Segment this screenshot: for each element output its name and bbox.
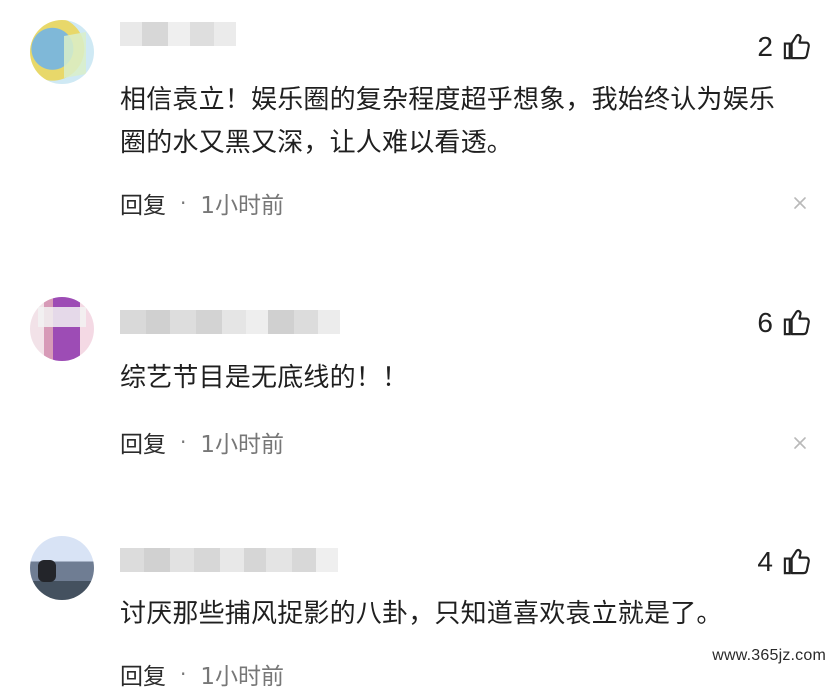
like-count: 4 bbox=[757, 545, 773, 577]
separator-dot: · bbox=[180, 662, 187, 686]
comment-text: 讨厌那些捕风捉影的八卦，只知道喜欢袁立就是了。 bbox=[120, 599, 723, 629]
like-button[interactable]: 6 bbox=[757, 307, 812, 338]
reply-button[interactable]: 回复 bbox=[120, 186, 166, 220]
close-icon[interactable] bbox=[792, 435, 808, 451]
reply-button[interactable]: 回复 bbox=[120, 657, 166, 691]
thumb-up-icon[interactable] bbox=[781, 31, 812, 62]
avatar[interactable] bbox=[30, 20, 94, 84]
timestamp: 1小时前 bbox=[200, 193, 284, 219]
like-count: 6 bbox=[757, 306, 773, 338]
comment-meta: 回复 · 1小时前 bbox=[120, 657, 284, 691]
comment-text: 综艺节目是无底线的！！ bbox=[120, 363, 409, 393]
comment-meta: 回复 · 1小时前 bbox=[120, 425, 284, 459]
blurred-username[interactable] bbox=[120, 310, 340, 334]
like-count: 2 bbox=[757, 30, 773, 62]
comment-text: 相信袁立！娱乐圈的复杂程度超乎想象，我始终认为娱乐 圈的水又黑又深，让人难以看透… bbox=[120, 85, 776, 158]
comment-meta: 回复 · 1小时前 bbox=[120, 186, 284, 220]
avatar[interactable] bbox=[30, 536, 94, 600]
thumb-up-icon[interactable] bbox=[781, 307, 812, 338]
reply-button[interactable]: 回复 bbox=[120, 425, 166, 459]
avatar[interactable] bbox=[30, 297, 94, 361]
like-button[interactable]: 4 bbox=[757, 546, 812, 577]
close-icon[interactable] bbox=[792, 195, 808, 211]
separator-dot: · bbox=[180, 430, 187, 454]
like-button[interactable]: 2 bbox=[757, 31, 812, 62]
separator-dot: · bbox=[180, 191, 187, 215]
site-watermark: www.365jz.com bbox=[712, 647, 826, 664]
timestamp: 1小时前 bbox=[200, 432, 284, 458]
blurred-username[interactable] bbox=[120, 22, 236, 46]
blurred-username[interactable] bbox=[120, 548, 338, 572]
timestamp: 1小时前 bbox=[200, 664, 284, 690]
thumb-up-icon[interactable] bbox=[781, 546, 812, 577]
